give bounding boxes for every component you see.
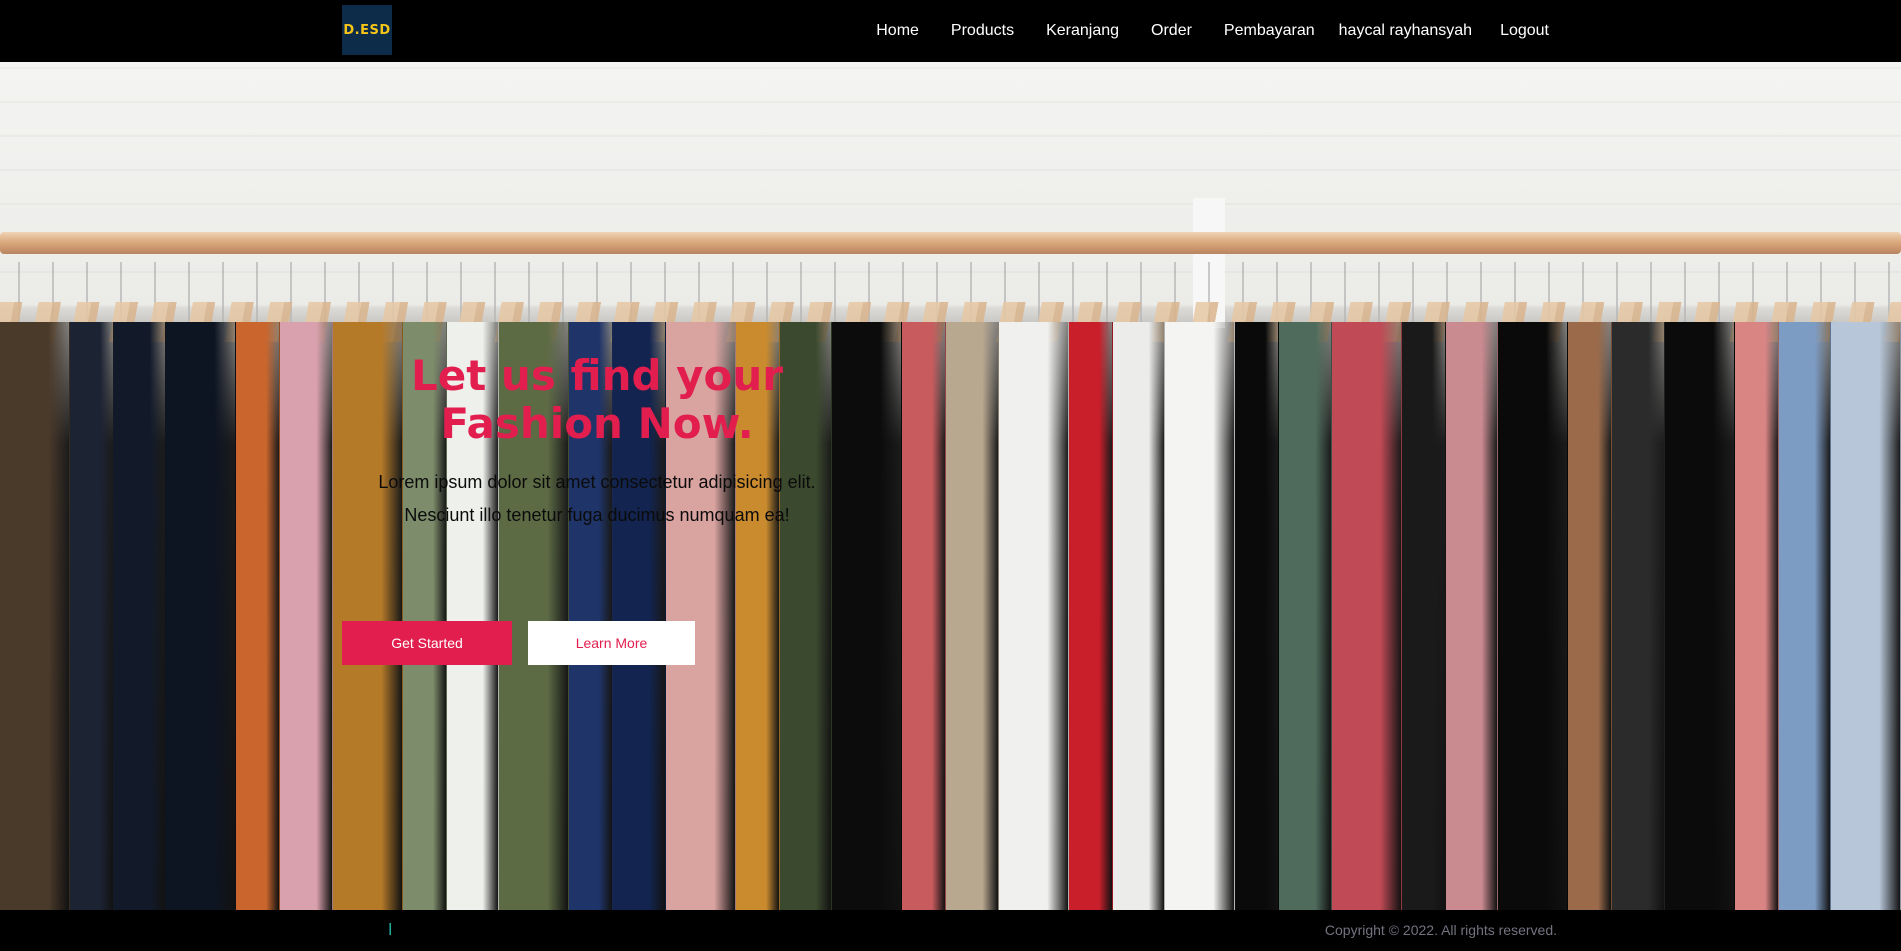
brand-logo[interactable]: D.ESD — [342, 5, 392, 55]
garment — [0, 322, 70, 910]
nav-links: Home Products Keranjang Order Pembayaran… — [860, 0, 1549, 62]
nav-link-logout[interactable]: Logout — [1484, 22, 1549, 40]
garment — [69, 322, 114, 910]
garment — [1279, 322, 1332, 910]
navbar: D.ESD Home Products Keranjang Order Pemb… — [0, 0, 1901, 62]
garment — [1734, 322, 1779, 910]
garment — [1331, 322, 1402, 910]
footer: l Copyright © 2022. All rights reserved. — [0, 910, 1901, 951]
garment — [1778, 322, 1832, 910]
garment — [1664, 322, 1735, 910]
nav-link-products[interactable]: Products — [935, 22, 1030, 40]
garment — [1235, 322, 1280, 910]
nav-link-user[interactable]: haycal rayhansyah — [1331, 22, 1484, 40]
hero-title: Let us find your Fashion Now. — [342, 352, 852, 448]
footer-copyright: Copyright © 2022. All rights reserved. — [1324, 922, 1557, 938]
garment — [113, 322, 167, 910]
garment — [1612, 322, 1665, 910]
nav-link-order[interactable]: Order — [1135, 22, 1208, 40]
hero-text-line1: Lorem ipsum dolor sit amet consectetur a… — [378, 472, 816, 492]
garment — [902, 322, 947, 910]
garment — [1068, 322, 1113, 910]
garment — [1165, 322, 1236, 910]
hanging-clothes-image — [0, 322, 1901, 910]
get-started-button[interactable]: Get Started — [342, 621, 512, 665]
footer-mark: l — [388, 920, 393, 939]
garment — [1445, 322, 1499, 910]
garment — [1568, 322, 1613, 910]
garment — [1831, 322, 1901, 910]
hero-description: Lorem ipsum dolor sit amet consectetur a… — [342, 466, 852, 532]
hero-content: Let us find your Fashion Now. Lorem ipsu… — [342, 352, 852, 532]
hero-title-line1: Let us find your — [410, 351, 784, 400]
garment — [1401, 322, 1446, 910]
hero-section: Let us find your Fashion Now. Lorem ipsu… — [0, 62, 1901, 910]
garment — [236, 322, 281, 910]
garment — [998, 322, 1069, 910]
nav-link-home[interactable]: Home — [860, 22, 935, 40]
logo-text: D.ESD — [343, 22, 391, 38]
garment — [1112, 322, 1166, 910]
nav-link-pembayaran[interactable]: Pembayaran — [1208, 22, 1331, 40]
hero-buttons: Get Started Learn More — [342, 621, 695, 665]
hero-title-line2: Fashion Now. — [440, 399, 754, 448]
garment — [946, 322, 999, 910]
clothing-rail — [0, 232, 1901, 254]
nav-link-keranjang[interactable]: Keranjang — [1030, 22, 1135, 40]
garment — [280, 322, 333, 910]
learn-more-button[interactable]: Learn More — [528, 621, 695, 665]
garment — [1498, 322, 1569, 910]
hero-text-line2: Nesciunt illo tenetur fuga ducimus numqu… — [404, 505, 790, 525]
garment — [166, 322, 237, 910]
